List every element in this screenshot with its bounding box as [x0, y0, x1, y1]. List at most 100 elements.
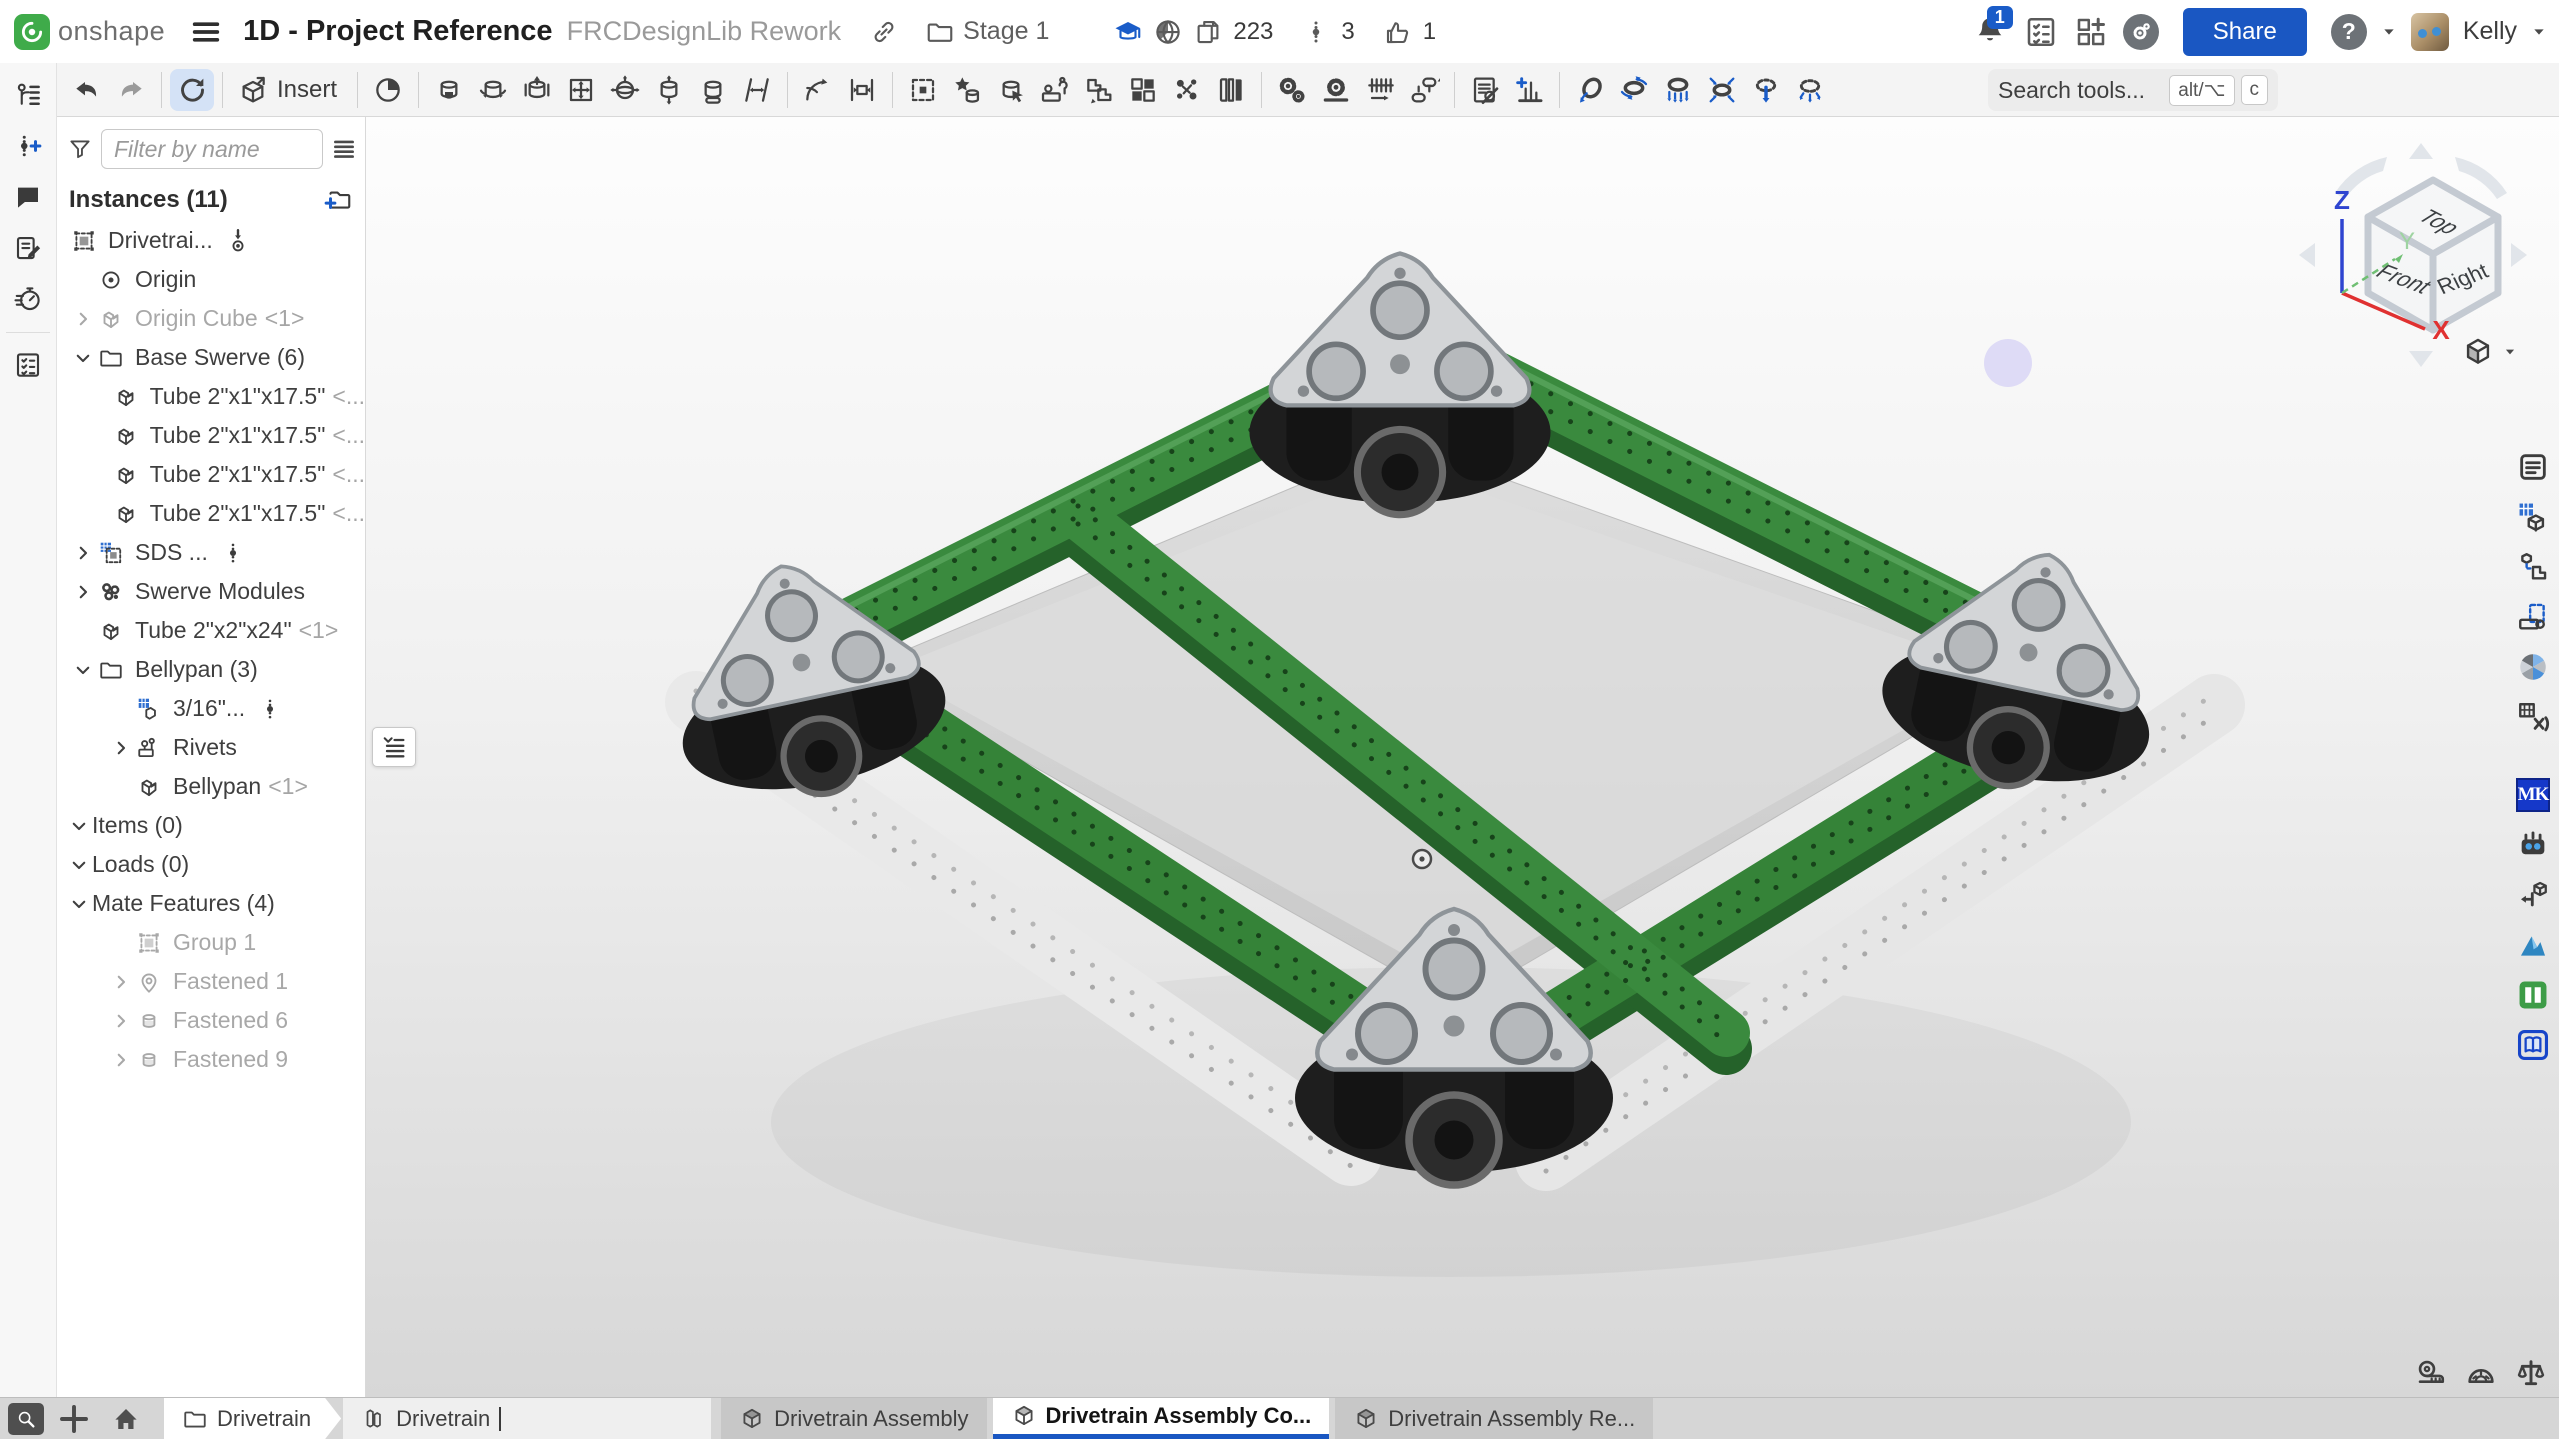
tree-item[interactable]: Origin [57, 260, 365, 299]
planar-mate-icon[interactable] [559, 69, 603, 111]
chevron-down-icon[interactable] [65, 890, 92, 917]
expander-icon[interactable] [69, 266, 96, 293]
tab-drivetrain-assembly[interactable]: Drivetrain Assembly [721, 1398, 986, 1439]
app-frames-icon[interactable] [2513, 697, 2553, 737]
chevron-right-icon[interactable] [107, 1007, 134, 1034]
tree-item[interactable]: Rivets [57, 728, 365, 767]
link-icon[interactable] [869, 17, 899, 47]
slider-mate-icon[interactable] [515, 69, 559, 111]
help-icon[interactable]: ? [2331, 14, 2367, 50]
chevron-right-icon[interactable] [107, 968, 134, 995]
public-globe-icon[interactable] [1153, 17, 1183, 47]
tab-drivetrain-assembly-co[interactable]: Drivetrain Assembly Co... [993, 1398, 1330, 1439]
interference-icon[interactable] [1209, 69, 1253, 111]
home-tab-button[interactable] [106, 1401, 146, 1437]
sim-rotate-icon[interactable] [1568, 69, 1612, 111]
tree-item[interactable]: Bellypan <1> [57, 767, 365, 806]
user-menu-caret-icon[interactable] [2531, 24, 2547, 40]
education-icon[interactable] [1113, 17, 1143, 47]
chevron-down-icon[interactable] [69, 344, 96, 371]
tree-item[interactable]: Tube 2"x1"x17.5" <... [57, 377, 365, 416]
thumbs-up-icon[interactable] [1383, 17, 1413, 47]
app-config-icon[interactable] [2513, 497, 2553, 537]
tree-item[interactable]: Swerve Modules [57, 572, 365, 611]
app-export-icon[interactable] [2513, 875, 2553, 915]
app-peak-icon[interactable] [2513, 925, 2553, 965]
exploded-view-icon[interactable] [1165, 69, 1209, 111]
search-tools[interactable]: Search tools... alt/⌥ c [1988, 69, 2278, 111]
replicate-icon[interactable] [1077, 69, 1121, 111]
mate-connector-icon[interactable] [840, 69, 884, 111]
tree-item[interactable]: Base Swerve (6) [57, 338, 365, 377]
3d-viewport[interactable]: Top Front Right Z X Y MK [366, 117, 2559, 1397]
app-render-icon[interactable] [2513, 647, 2553, 687]
app-doc-icon[interactable] [2513, 447, 2553, 487]
notifications-bell-icon[interactable]: 1 [1973, 14, 2009, 50]
sim-converge-icon[interactable] [1700, 69, 1744, 111]
app-mk-icon[interactable]: MK [2513, 775, 2553, 815]
insert-icon[interactable]: Insert [231, 69, 349, 111]
sim-force-icon[interactable] [1744, 69, 1788, 111]
ai-advisor-icon[interactable] [2123, 14, 2159, 50]
app-book-blue-icon[interactable] [2513, 1025, 2553, 1065]
checklist-panel-icon[interactable] [6, 343, 50, 387]
tree-section-loads-0[interactable]: Loads (0) [57, 845, 365, 884]
tape-measure-icon[interactable] [2415, 1357, 2447, 1389]
list-options-icon[interactable] [331, 136, 357, 162]
app-dxf-icon[interactable] [2513, 597, 2553, 637]
ball-mate-icon[interactable] [603, 69, 647, 111]
expander-icon[interactable] [107, 773, 134, 800]
chevron-right-icon[interactable] [69, 305, 96, 332]
chevron-right-icon[interactable] [107, 1046, 134, 1073]
chevron-down-icon[interactable] [69, 656, 96, 683]
tree-item[interactable]: SDS ... [57, 533, 365, 572]
workspace-breadcrumb[interactable]: Stage 1 [925, 17, 1049, 47]
tree-item[interactable]: Fastened 6 [57, 1001, 365, 1040]
parallel-mate-icon[interactable] [735, 69, 779, 111]
comments-icon[interactable] [6, 175, 50, 219]
pattern-icon[interactable] [1121, 69, 1165, 111]
tree-item[interactable]: Tube 2"x2"x24" <1> [57, 611, 365, 650]
chevron-right-icon[interactable] [107, 734, 134, 761]
screw-relation-icon[interactable] [1402, 69, 1446, 111]
cylindrical-mate-icon[interactable] [647, 69, 691, 111]
onshape-logo-icon[interactable] [14, 14, 50, 50]
pin-slot-mate-icon[interactable] [691, 69, 735, 111]
tree-item[interactable]: Tube 2"x1"x17.5" <... [57, 494, 365, 533]
tree-section-items-0[interactable]: Items (0) [57, 806, 365, 845]
chevron-down-icon[interactable] [65, 851, 92, 878]
redo-icon[interactable] [109, 69, 153, 111]
user-avatar[interactable] [2411, 13, 2449, 51]
tree-section-mate-features-4[interactable]: Mate Features (4) [57, 884, 365, 923]
tab-drivetrain-assembly-re[interactable]: Drivetrain Assembly Re... [1335, 1398, 1653, 1439]
tab-drivetrain[interactable]: Drivetrain [343, 1398, 711, 1439]
chevron-right-icon[interactable] [69, 578, 96, 605]
app-robot-icon[interactable] [2513, 825, 2553, 865]
chevron-right-icon[interactable] [69, 539, 96, 566]
undo-icon[interactable] [65, 69, 109, 111]
expander-icon[interactable] [69, 617, 96, 644]
view-options-button[interactable] [2461, 335, 2517, 369]
tree-item[interactable]: Tube 2"x1"x17.5" <... [57, 416, 365, 455]
tree-item[interactable]: Fastened 9 [57, 1040, 365, 1079]
rack-relation-icon[interactable] [1358, 69, 1402, 111]
sim-spin-icon[interactable] [1612, 69, 1656, 111]
history-icon[interactable] [6, 277, 50, 321]
tree-item[interactable]: 3/16"... [57, 689, 365, 728]
tree-item[interactable]: Bellypan (3) [57, 650, 365, 689]
revolute-mate-icon[interactable] [471, 69, 515, 111]
add-tab-button[interactable] [56, 1401, 92, 1437]
view-cube[interactable]: Top Front Right Z X Y [2283, 135, 2543, 375]
tab-search-button[interactable] [8, 1403, 44, 1435]
share-button[interactable]: Share [2183, 8, 2307, 56]
versions-icon[interactable] [6, 73, 50, 117]
section-view-icon[interactable] [366, 69, 410, 111]
protractor-icon[interactable] [2465, 1357, 2497, 1389]
tree-item[interactable]: Group 1 [57, 923, 365, 962]
notes-icon[interactable] [6, 226, 50, 270]
add-folder-icon[interactable] [323, 185, 353, 215]
fastened-mate-icon[interactable] [427, 69, 471, 111]
copies-icon[interactable] [1193, 17, 1223, 47]
help-caret-icon[interactable] [2381, 24, 2397, 40]
chevron-down-icon[interactable] [65, 812, 92, 839]
